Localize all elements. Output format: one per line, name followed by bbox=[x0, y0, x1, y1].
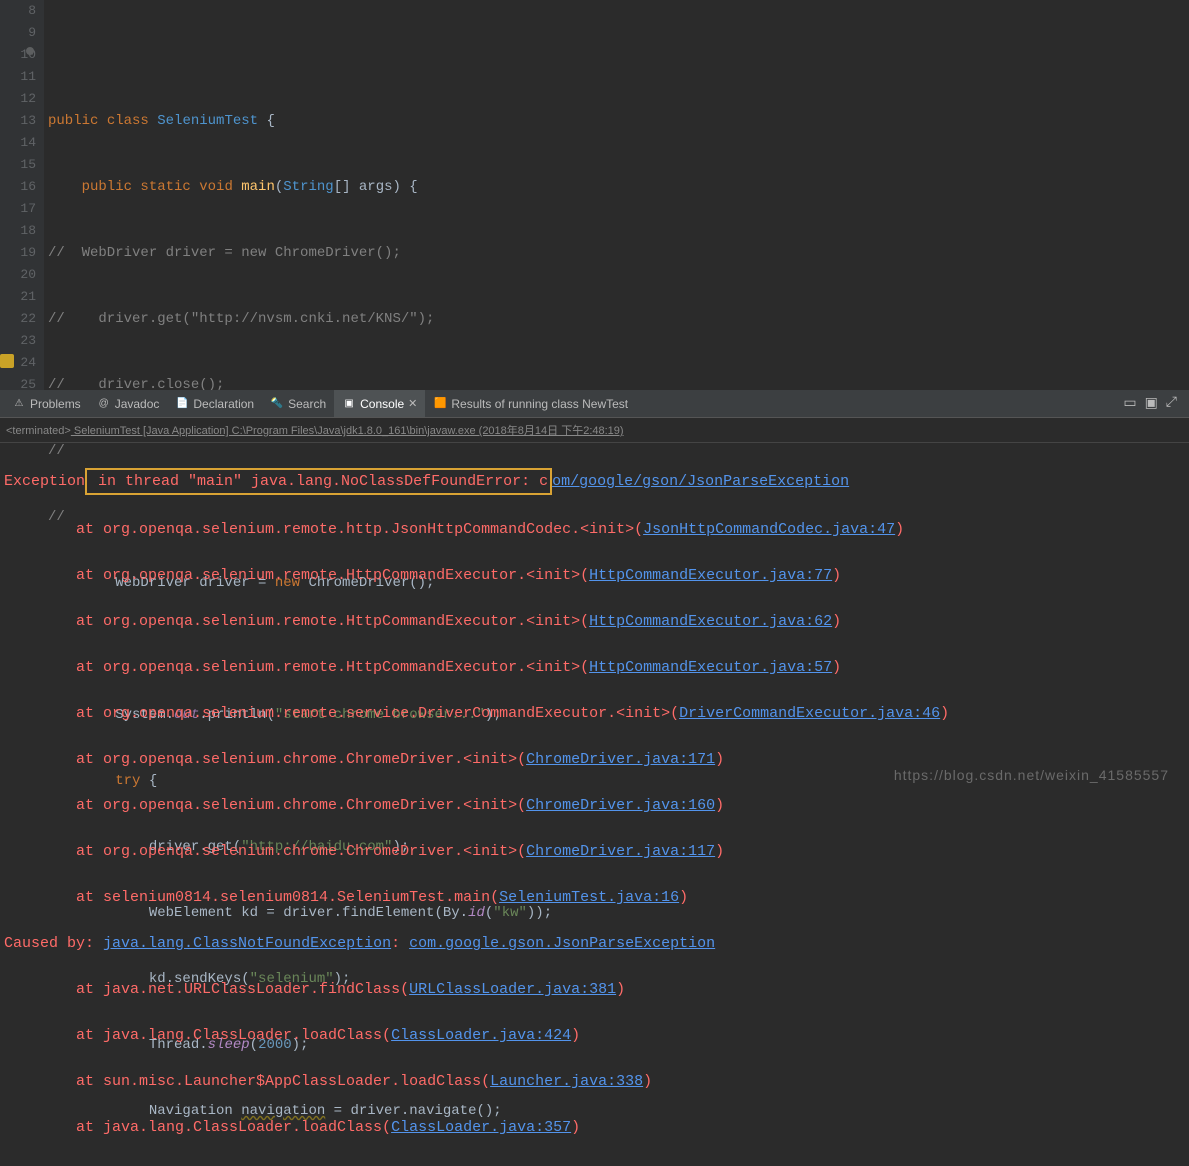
tab-problems[interactable]: ⚠ Problems bbox=[4, 390, 89, 417]
tab-label: Javadoc bbox=[115, 397, 160, 411]
tab-results[interactable]: 🟧 Results of running class NewTest bbox=[425, 390, 636, 417]
line-number: 19 bbox=[0, 242, 36, 264]
search-icon: 🔦 bbox=[270, 397, 284, 411]
close-icon[interactable]: ✕ bbox=[408, 397, 417, 410]
line-number: 16 bbox=[0, 176, 36, 198]
tab-search[interactable]: 🔦 Search bbox=[262, 390, 334, 417]
tab-console[interactable]: ▣ Console ✕ bbox=[334, 390, 425, 417]
results-icon: 🟧 bbox=[433, 397, 447, 411]
stack-link[interactable]: HttpCommandExecutor.java:77 bbox=[589, 567, 832, 584]
stack-link[interactable]: Launcher.java:338 bbox=[490, 1073, 643, 1090]
tab-label: Search bbox=[288, 397, 326, 411]
code-text[interactable]: public class SeleniumTest { public stati… bbox=[44, 0, 1189, 390]
exception-link[interactable]: java.lang.ClassNotFoundException bbox=[103, 935, 391, 952]
stack-link[interactable]: JsonHttpCommandCodec.java:47 bbox=[643, 521, 895, 538]
stack-link[interactable]: ClassLoader.java:424 bbox=[391, 1027, 571, 1044]
line-gutter: 8 9 10 11 12 13 14 15 16 17 18 19 20 21 … bbox=[0, 0, 44, 390]
line-number: 15 bbox=[0, 154, 36, 176]
line-number: 22 bbox=[0, 308, 36, 330]
line-number: 17 bbox=[0, 198, 36, 220]
tab-label: Results of running class NewTest bbox=[451, 397, 628, 411]
stack-link[interactable]: URLClassLoader.java:381 bbox=[409, 981, 616, 998]
declaration-icon: 📄 bbox=[175, 397, 189, 411]
tab-javadoc[interactable]: @ Javadoc bbox=[89, 390, 168, 417]
javadoc-icon: @ bbox=[97, 397, 111, 411]
stack-link[interactable]: ChromeDriver.java:117 bbox=[526, 843, 715, 860]
console-icon: ▣ bbox=[342, 397, 356, 411]
line-number: 21 bbox=[0, 286, 36, 308]
line-number: 8 bbox=[0, 0, 36, 22]
stack-link[interactable]: HttpCommandExecutor.java:62 bbox=[589, 613, 832, 630]
tab-label: Problems bbox=[30, 397, 81, 411]
stack-link[interactable]: SeleniumTest.java:16 bbox=[499, 889, 679, 906]
maximize-icon[interactable]: ▣ bbox=[1145, 395, 1158, 412]
warning-icon[interactable] bbox=[0, 354, 14, 368]
line-number: 11 bbox=[0, 66, 36, 88]
stack-link[interactable]: ChromeDriver.java:160 bbox=[526, 797, 715, 814]
tab-declaration[interactable]: 📄 Declaration bbox=[167, 390, 262, 417]
stack-link[interactable]: ChromeDriver.java:171 bbox=[526, 751, 715, 768]
tab-label: Declaration bbox=[193, 397, 254, 411]
minimize-icon[interactable]: ▭ bbox=[1123, 395, 1136, 412]
line-number: 18 bbox=[0, 220, 36, 242]
stack-link[interactable]: HttpCommandExecutor.java:57 bbox=[589, 659, 832, 676]
stack-link[interactable]: DriverCommandExecutor.java:46 bbox=[679, 705, 940, 722]
line-number: 20 bbox=[0, 264, 36, 286]
line-number: 14 bbox=[0, 132, 36, 154]
problems-icon: ⚠ bbox=[12, 397, 26, 411]
exception-link[interactable]: com.google.gson.JsonParseException bbox=[409, 935, 715, 952]
bottom-panel-tabs: ⚠Problems @Javadoc 📄Declaration 🔦Search … bbox=[0, 390, 1189, 418]
stack-link[interactable]: ClassLoader.java:357 bbox=[391, 1119, 571, 1136]
code-editor[interactable]: 8 9 10 11 12 13 14 15 16 17 18 19 20 21 … bbox=[0, 0, 1189, 390]
line-number: 13 bbox=[0, 110, 36, 132]
breakpoint-icon[interactable] bbox=[26, 47, 34, 55]
restore-icon[interactable]: ⤢ bbox=[1166, 395, 1177, 412]
highlight-annotation: in thread "main" java.lang.NoClassDefFou… bbox=[85, 468, 552, 495]
line-number: 23 bbox=[0, 330, 36, 352]
tab-label: Console bbox=[360, 397, 404, 411]
line-number: 9 bbox=[0, 22, 36, 44]
line-number: 12 bbox=[0, 88, 36, 110]
